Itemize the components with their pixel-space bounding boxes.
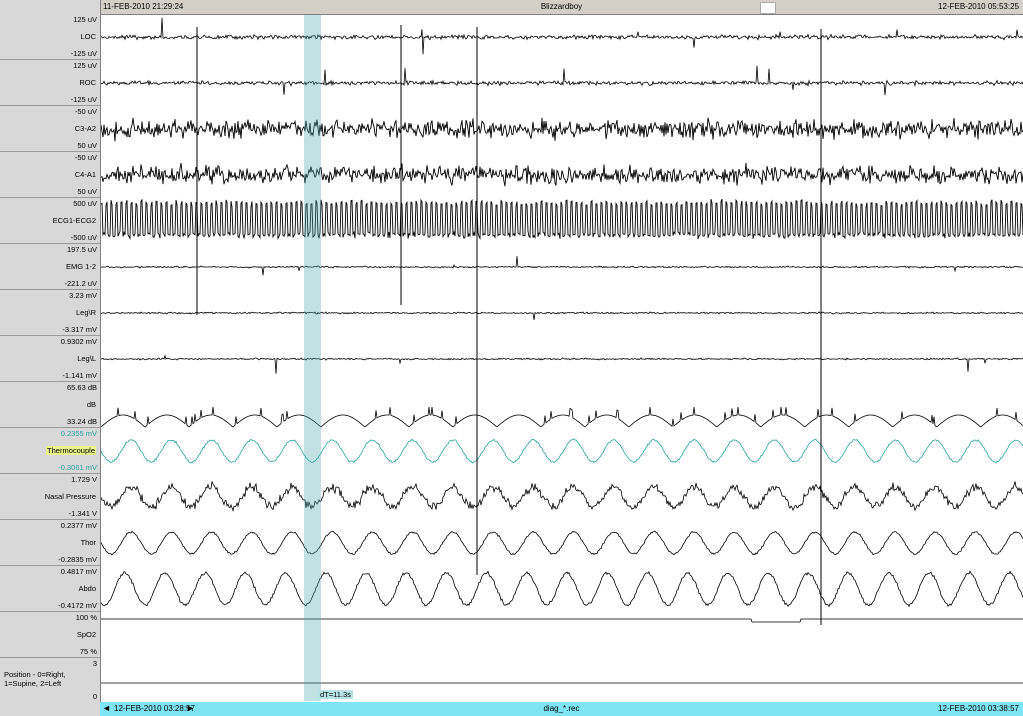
channel-name: EMG 1-2 [65,262,96,271]
channel-name: Abdo [78,584,96,593]
channel-c3-a2[interactable]: -50 uV C3-A2 50 uV [0,106,100,152]
channel-min: -0.3061 mV [58,463,97,472]
channel-spo2[interactable]: 100 % SpO2 75 % [0,612,100,658]
selection-duration-label: dT=11.3s [318,690,353,699]
channel-max: 125 uV [73,15,97,24]
trace-roc [101,65,1023,96]
channel-emg[interactable]: 197.5 uV EMG 1-2 -221.2 uV [0,244,100,290]
channel-name: Position - 0=Right, 1=Supine, 2=Left [4,670,66,688]
trace-leg-l [101,354,1023,374]
channel-max: 500 uV [73,199,97,208]
channel-nasal-pressure[interactable]: 1.729 V Nasal Pressure -1.341 V [0,474,100,520]
channel-min: 0 [92,692,97,701]
signal-traces-area[interactable] [101,15,1023,700]
channel-ecg[interactable]: 500 uV ECG1-ECG2 -500 uV [0,198,100,244]
trace-abdo [101,570,1023,608]
channel-max: 1.729 V [71,475,97,484]
channel-name: ROC [79,78,96,87]
header-title: Blizzardboy [540,2,583,11]
channel-min: -125 uV [70,49,97,58]
channel-min: 75 % [79,647,97,656]
channel-max: 0.2377 mV [60,521,97,530]
time-selection-region[interactable] [304,15,321,701]
channel-max: 3 [92,659,97,668]
channel-name: C3-A2 [74,124,96,133]
time-header: 11-FEB-2010 21:29:24 Blizzardboy 12-FEB-… [100,0,1023,15]
channel-name: Leg\L [77,354,96,363]
channel-max: 197.5 uV [66,245,97,254]
trace-nasal-pressure [101,481,1023,513]
channel-min: 50 uV [77,187,97,196]
channel-min: -0.4172 mV [58,601,97,610]
channel-name: ECG1-ECG2 [52,216,96,225]
channel-name: SpO2 [76,630,96,639]
trace-emg [101,256,1023,276]
channel-c4-a1[interactable]: -50 uV C4-A1 50 uV [0,152,100,198]
channel-leg-l[interactable]: 0.9302 mV Leg\L -1.141 mV [0,336,100,382]
trace-c3-a2 [101,117,1023,142]
trace-loc [101,17,1023,55]
trace-thor [101,530,1023,556]
channel-min: -1.141 mV [62,371,97,380]
trace-leg-r [101,311,1023,320]
channel-name: Nasal Pressure [44,492,96,501]
channel-thermocouple[interactable]: 0.2355 mV Thermocouple -0.3061 mV [0,428,100,474]
channel-max: 125 uV [73,61,97,70]
channel-max: 0.9302 mV [60,337,97,346]
header-end-time: 12-FEB-2010 05:53:25 [938,2,1019,11]
time-navigation-bar: ◄ 12-FEB-2010 03:28:57 ► diag_*.rec 12-F… [100,702,1023,716]
channel-max: 65.63 dB [66,383,97,392]
channel-max: 0.2355 mV [60,429,97,438]
channel-min: -221.2 uV [64,279,97,288]
channel-name: Thor [80,538,96,547]
trace-db [101,406,1023,428]
footer-right-time: 12-FEB-2010 03:38:57 [938,704,1019,713]
channel-name: dB [86,400,96,409]
channel-min: 50 uV [77,141,97,150]
channel-min: -125 uV [70,95,97,104]
polysomnography-viewer: 11-FEB-2010 21:29:24 Blizzardboy 12-FEB-… [0,0,1023,716]
header-scroll-box[interactable] [760,2,776,14]
channel-name: LOC [80,32,96,41]
channel-label-panel: 125 uV LOC -125 uV 125 uV ROC -125 uV -5… [0,0,101,716]
channel-min: -0.2835 mV [58,555,97,564]
channel-max: 3.23 mV [69,291,97,300]
channel-min: 33.24 dB [66,417,97,426]
channel-min: -500 uV [70,233,97,242]
channel-min: -1.341 V [68,509,97,518]
channel-loc[interactable]: 125 uV LOC -125 uV [0,14,100,60]
channel-db[interactable]: 65.63 dB dB 33.24 dB [0,382,100,428]
trace-spo2 [101,618,1023,623]
channel-name: C4-A1 [74,170,96,179]
channel-max: 100 % [75,613,97,622]
trace-thermocouple [101,438,1023,464]
channel-position[interactable]: 3 Position - 0=Right, 1=Supine, 2=Left 0 [0,658,100,702]
channel-min: -3.317 mV [62,325,97,334]
trace-ecg [101,198,1023,241]
channel-max: -50 uV [74,153,97,162]
channel-name: Thermocouple [46,446,96,455]
channel-max: -50 uV [74,107,97,116]
channel-abdo[interactable]: 0.4817 mV Abdo -0.4172 mV [0,566,100,612]
channel-max: 0.4817 mV [60,567,97,576]
footer-file-name: diag_*.rec [543,704,580,713]
channel-roc[interactable]: 125 uV ROC -125 uV [0,60,100,106]
trace-c4-a1 [101,162,1023,187]
channel-name: Leg\R [75,308,96,317]
channel-leg-r[interactable]: 3.23 mV Leg\R -3.317 mV [0,290,100,336]
channel-thor[interactable]: 0.2377 mV Thor -0.2835 mV [0,520,100,566]
